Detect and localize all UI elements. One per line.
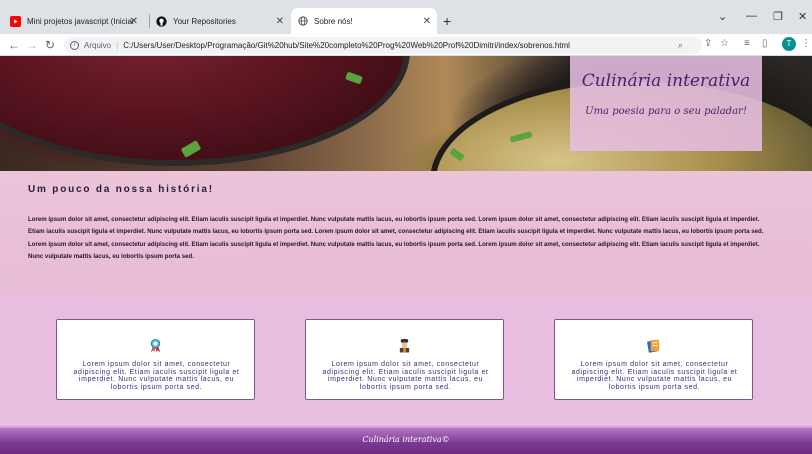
tab-title: Your Repositories (173, 16, 236, 26)
card-text: Lorem ipsum dolor sit amet, consectetur … (322, 361, 489, 391)
share-icon[interactable]: ⇪ (704, 38, 712, 49)
tab-title: Sobre nós! (314, 16, 353, 26)
card-text: Lorem ipsum dolor sit amet, consectetur … (73, 361, 240, 391)
tab-search-chevron-icon[interactable]: ⌄ (718, 10, 727, 23)
url-field[interactable]: i Arquivo | C:/Users/User/Desktop/Progra… (64, 37, 702, 54)
footer: Culinária interativa© (0, 426, 812, 454)
feature-card: Lorem ipsum dolor sit amet, consectetur … (554, 319, 753, 400)
menu-icon[interactable]: ⋮ (801, 38, 811, 49)
globe-icon (297, 16, 308, 27)
tab-title: Mini projetos javascript (Iniciante) (27, 16, 135, 26)
tab-youtube[interactable]: Mini projetos javascript (Iniciante) ✕ (4, 8, 144, 34)
close-window-icon[interactable]: ✕ (798, 10, 807, 23)
cards-section: Lorem ipsum dolor sit amet, consectetur … (0, 296, 812, 426)
site-title: Culinária interativa (581, 71, 751, 91)
back-icon[interactable]: ← (8, 38, 20, 52)
brand-box: Culinária interativa Uma poesia para o s… (570, 56, 762, 151)
reload-icon[interactable]: ↻ (45, 38, 55, 52)
forward-icon[interactable]: → (26, 38, 38, 52)
info-icon[interactable]: i (70, 41, 79, 50)
zoom-icon[interactable]: ⌕ (678, 40, 683, 51)
tab-github[interactable]: Your Repositories ✕ (150, 8, 290, 34)
close-icon[interactable]: ✕ (130, 16, 138, 27)
award-ribbon-icon (148, 338, 163, 353)
github-icon (156, 15, 167, 27)
chef-icon (397, 338, 412, 353)
story-heading: Um pouco da nossa história! (28, 184, 214, 195)
story-section: Um pouco da nossa história! Lorem ipsum … (0, 171, 812, 296)
bookmark-star-icon[interactable]: ☆ (720, 38, 729, 49)
scheme-label: Arquivo (84, 41, 112, 50)
web-page: Culinária interativa Uma poesia para o s… (0, 56, 812, 454)
close-icon[interactable]: ✕ (276, 16, 284, 27)
side-panel-icon[interactable]: ▯ (762, 38, 768, 49)
card-text: Lorem ipsum dolor sit amet, consectetur … (571, 361, 738, 391)
reading-list-icon[interactable]: ≡ (744, 38, 750, 49)
minimize-icon[interactable]: — (746, 10, 757, 22)
avatar[interactable]: T (782, 37, 796, 51)
footer-text: Culinária interativa© (362, 435, 450, 444)
browser-tabbar: Mini projetos javascript (Iniciante) ✕ Y… (0, 0, 812, 34)
close-icon[interactable]: ✕ (423, 16, 431, 27)
youtube-icon (10, 15, 21, 27)
feature-card: Lorem ipsum dolor sit amet, consectetur … (305, 319, 504, 400)
restore-icon[interactable]: ❐ (773, 10, 783, 23)
recipe-book-icon (646, 338, 661, 353)
hero-banner: Culinária interativa Uma poesia para o s… (0, 56, 812, 171)
story-body: Lorem ipsum dolor sit amet, consectetur … (28, 216, 764, 261)
divider: | (116, 41, 119, 50)
new-tab-icon[interactable]: + (443, 13, 451, 29)
site-tagline: Uma poesia para o seu paladar! (585, 106, 747, 117)
tab-sobre-nos[interactable]: Sobre nós! ✕ (291, 8, 437, 34)
url-text: C:/Users/User/Desktop/Programação/Git%20… (123, 41, 570, 50)
feature-card: Lorem ipsum dolor sit amet, consectetur … (56, 319, 255, 400)
address-bar: ← → ↻ i Arquivo | C:/Users/User/Desktop/… (0, 34, 812, 56)
